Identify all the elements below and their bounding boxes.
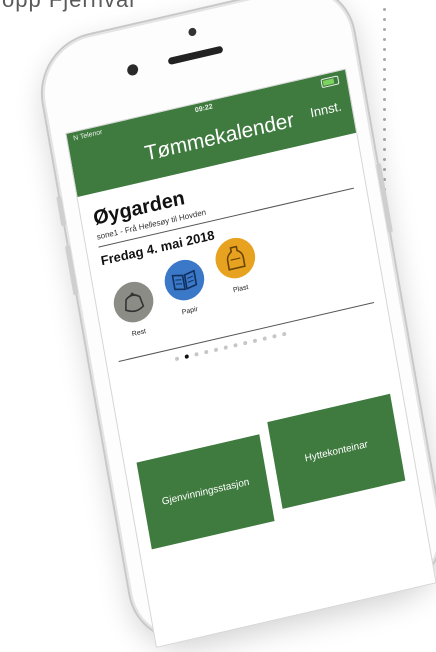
bin-papir[interactable]: Papir xyxy=(159,255,213,320)
trash-bag-icon xyxy=(110,277,157,327)
page-heading: opp Fjernvar xyxy=(2,0,138,13)
recycling-station-button[interactable]: Gjenvinningsstasjon xyxy=(136,434,275,550)
app-screen: N Telenor 09:22 Tømmekalender Innst. Øyg… xyxy=(65,68,436,648)
page-dot[interactable] xyxy=(223,345,229,350)
carrier-label: N Telenor xyxy=(72,128,104,143)
bin-plast[interactable]: Plast xyxy=(209,233,263,298)
page-dot[interactable] xyxy=(272,333,277,339)
earpiece-speaker xyxy=(167,45,224,66)
plastic-bottle-icon xyxy=(212,233,259,283)
page-dot[interactable] xyxy=(184,354,190,359)
status-time: 09:22 xyxy=(194,103,214,115)
page-dot[interactable] xyxy=(213,347,219,353)
bin-label: Rest xyxy=(131,328,147,339)
page-dot[interactable] xyxy=(252,338,258,344)
page-dot[interactable] xyxy=(203,349,209,355)
bin-rest[interactable]: Rest xyxy=(108,277,162,342)
page-dot[interactable] xyxy=(281,331,287,337)
page-dot[interactable] xyxy=(262,336,268,341)
cabin-container-button[interactable]: Hyttekonteinar xyxy=(267,393,406,509)
mute-switch xyxy=(56,195,67,227)
page-dot[interactable] xyxy=(194,351,199,357)
phone-device: N Telenor 09:22 Tømmekalender Innst. Øyg… xyxy=(34,0,436,650)
bin-label: Plast xyxy=(232,283,249,295)
page-dot[interactable] xyxy=(242,340,248,346)
book-icon xyxy=(161,255,208,305)
page-dot[interactable] xyxy=(174,356,180,362)
front-camera-icon xyxy=(126,63,139,77)
proximity-sensor xyxy=(187,27,197,37)
battery-icon xyxy=(320,75,340,89)
action-buttons: Gjenvinningsstasjon Hyttekonteinar xyxy=(135,393,406,550)
settings-button[interactable]: Innst. xyxy=(309,98,343,120)
bin-label: Papir xyxy=(181,305,199,317)
page-dot[interactable] xyxy=(233,342,238,348)
volume-up-button xyxy=(64,245,79,296)
